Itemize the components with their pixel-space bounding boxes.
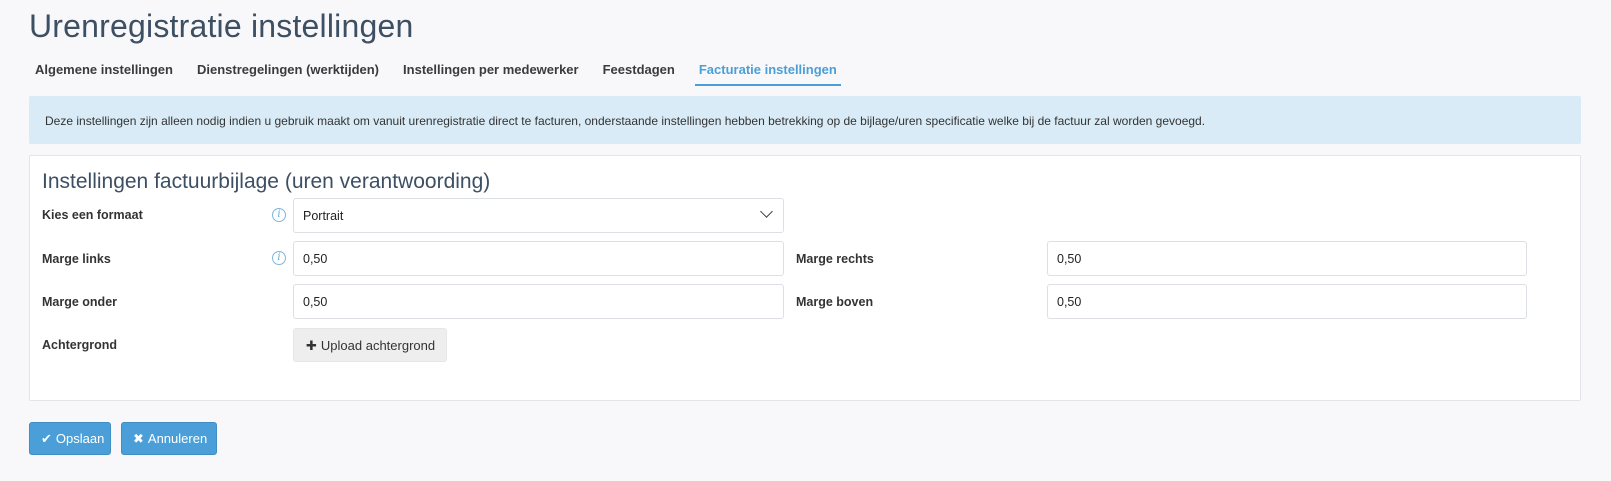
tab-instellingen-per-medewerker[interactable]: Instellingen per medewerker: [403, 56, 579, 86]
check-icon: ✔: [41, 431, 52, 446]
cancel-label: Annuleren: [147, 431, 208, 446]
info-icon[interactable]: i: [272, 251, 286, 265]
marge-boven-input[interactable]: 0,50: [1047, 284, 1527, 319]
format-select[interactable]: Portrait: [293, 198, 784, 233]
marge-onder-input[interactable]: 0,50: [293, 284, 784, 319]
upload-background-label: Upload achtergrond: [320, 338, 436, 353]
invoice-attachment-panel: Instellingen factuurbijlage (uren verant…: [29, 155, 1581, 401]
plus-icon: ✚: [306, 338, 317, 353]
tab-algemene-instellingen[interactable]: Algemene instellingen: [35, 56, 173, 86]
tab-facturatie-instellingen[interactable]: Facturatie instellingen: [694, 56, 841, 86]
tab-dienstregelingen[interactable]: Dienstregelingen (werktijden): [197, 56, 379, 86]
marge-onder-label: Marge onder: [42, 295, 118, 309]
info-banner: Deze instellingen zijn alleen nodig indi…: [29, 96, 1581, 144]
marge-boven-label: Marge boven: [796, 295, 874, 309]
marge-rechts-label: Marge rechts: [796, 252, 874, 266]
marge-rechts-input[interactable]: 0,50: [1047, 241, 1527, 276]
tab-feestdagen[interactable]: Feestdagen: [603, 56, 675, 86]
save-label: Opslaan: [55, 431, 105, 446]
format-select-value: Portrait: [303, 209, 344, 223]
info-icon[interactable]: i: [272, 208, 286, 222]
upload-background-button[interactable]: ✚ Upload achtergrond: [293, 328, 447, 362]
save-button[interactable]: ✔ Opslaan: [29, 422, 111, 455]
panel-title: Instellingen factuurbijlage (uren verant…: [42, 170, 491, 193]
close-icon: ✖: [133, 431, 144, 446]
marge-links-input[interactable]: 0,50: [293, 241, 784, 276]
cancel-button[interactable]: ✖ Annuleren: [121, 422, 217, 455]
marge-links-label: Marge links: [42, 252, 111, 266]
format-label: Kies een formaat: [42, 208, 143, 222]
tab-bar: Algemene instellingen Dienstregelingen (…: [29, 56, 865, 86]
achtergrond-label: Achtergrond: [42, 338, 117, 352]
chevron-down-icon: [760, 205, 773, 218]
page-title: Urenregistratie instellingen: [29, 8, 414, 44]
